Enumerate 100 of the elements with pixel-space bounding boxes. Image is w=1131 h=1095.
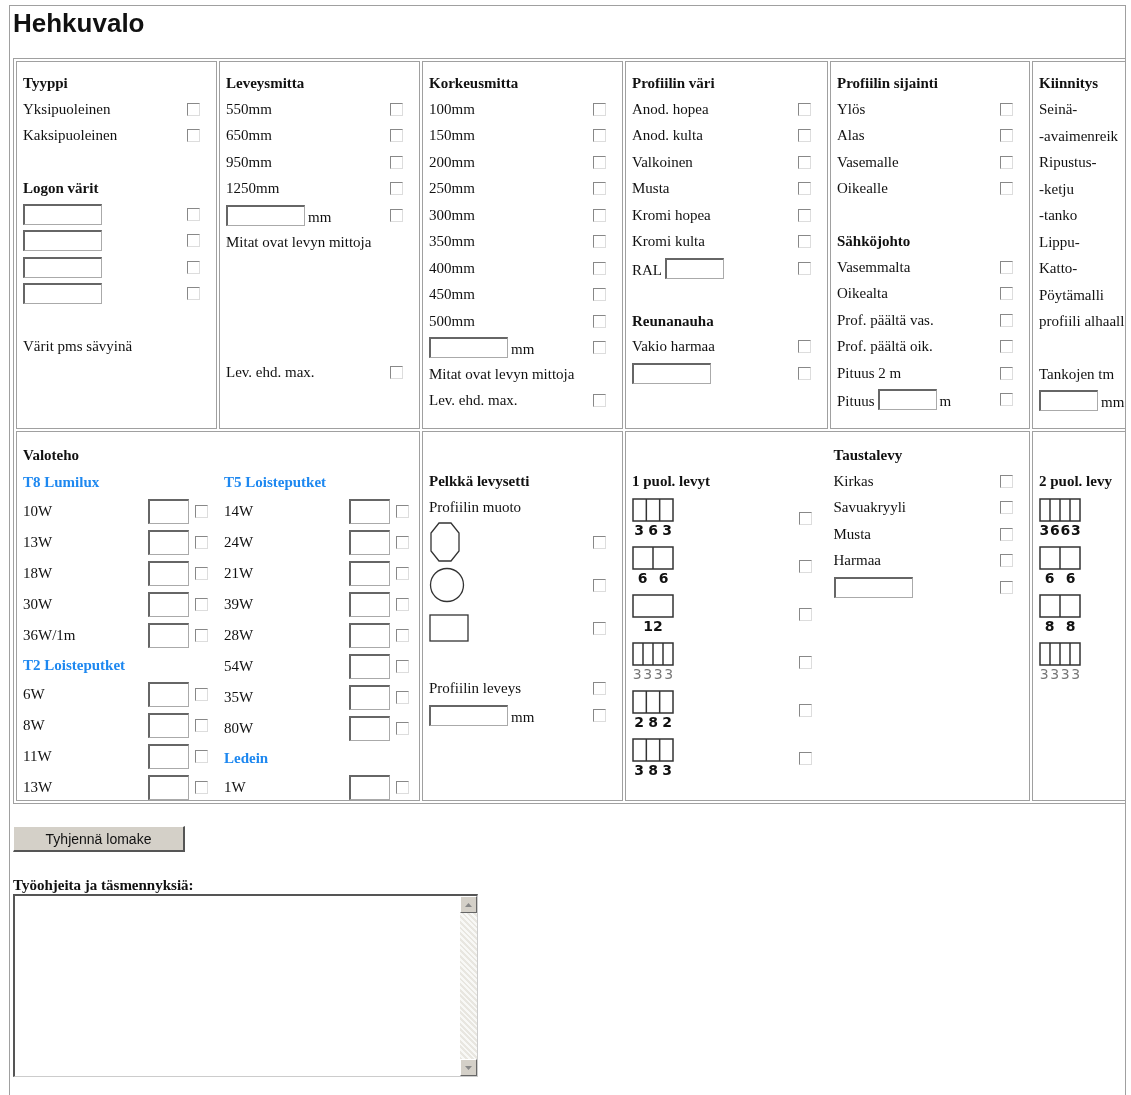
clear-form-button[interactable]: Tyhjennä lomake bbox=[13, 826, 185, 852]
text-field[interactable] bbox=[429, 337, 508, 359]
text-field[interactable] bbox=[148, 530, 189, 555]
checkbox[interactable] bbox=[593, 708, 606, 722]
checkbox[interactable] bbox=[1000, 129, 1013, 143]
text-field[interactable] bbox=[148, 592, 189, 617]
checkbox[interactable] bbox=[1000, 313, 1013, 327]
checkbox[interactable] bbox=[798, 155, 811, 169]
text-field[interactable] bbox=[349, 775, 390, 800]
text-field[interactable] bbox=[148, 744, 189, 769]
checkbox[interactable] bbox=[1000, 393, 1013, 407]
checkbox[interactable] bbox=[187, 207, 200, 221]
checkbox[interactable] bbox=[187, 234, 200, 248]
text-field[interactable] bbox=[148, 682, 189, 707]
checkbox[interactable] bbox=[798, 607, 812, 621]
checkbox[interactable] bbox=[593, 208, 606, 222]
checkbox[interactable] bbox=[798, 208, 811, 222]
text-field[interactable] bbox=[226, 204, 305, 226]
checkbox[interactable] bbox=[798, 751, 812, 765]
text-field[interactable] bbox=[23, 230, 102, 252]
checkbox[interactable] bbox=[798, 366, 811, 380]
checkbox[interactable] bbox=[593, 682, 606, 696]
checkbox[interactable] bbox=[390, 182, 403, 196]
checkbox[interactable] bbox=[798, 511, 812, 525]
text-field[interactable] bbox=[23, 256, 102, 278]
text-field[interactable] bbox=[349, 530, 390, 555]
text-field[interactable] bbox=[23, 203, 102, 225]
text-field[interactable] bbox=[349, 561, 390, 586]
checkbox[interactable] bbox=[593, 621, 606, 635]
scroll-up-icon[interactable] bbox=[465, 902, 472, 907]
checkbox[interactable] bbox=[390, 102, 403, 116]
checkbox[interactable] bbox=[1000, 554, 1013, 568]
checkbox[interactable] bbox=[593, 102, 606, 116]
checkbox[interactable] bbox=[396, 536, 409, 549]
text-field[interactable] bbox=[632, 362, 711, 384]
checkbox[interactable] bbox=[195, 688, 208, 701]
checkbox[interactable] bbox=[390, 208, 403, 222]
checkbox[interactable] bbox=[593, 341, 606, 355]
checkbox[interactable] bbox=[195, 781, 208, 794]
checkbox[interactable] bbox=[187, 260, 200, 274]
text-field[interactable] bbox=[349, 716, 390, 741]
checkbox[interactable] bbox=[593, 129, 606, 143]
checkbox[interactable] bbox=[1000, 260, 1013, 274]
text-field[interactable] bbox=[349, 685, 390, 710]
checkbox[interactable] bbox=[798, 703, 812, 717]
checkbox[interactable] bbox=[1000, 366, 1013, 380]
checkbox[interactable] bbox=[593, 314, 606, 328]
checkbox[interactable] bbox=[195, 719, 208, 732]
checkbox[interactable] bbox=[1000, 340, 1013, 354]
checkbox[interactable] bbox=[1000, 527, 1013, 541]
text-field[interactable] bbox=[148, 499, 189, 524]
checkbox[interactable] bbox=[1000, 182, 1013, 196]
text-field[interactable] bbox=[148, 623, 189, 648]
checkbox[interactable] bbox=[396, 598, 409, 611]
text-field[interactable] bbox=[148, 713, 189, 738]
checkbox[interactable] bbox=[1000, 501, 1013, 515]
checkbox[interactable] bbox=[798, 235, 811, 249]
text-field[interactable] bbox=[429, 704, 508, 726]
checkbox[interactable] bbox=[798, 340, 811, 354]
checkbox[interactable] bbox=[593, 578, 606, 592]
text-field[interactable] bbox=[1039, 389, 1098, 411]
checkbox[interactable] bbox=[593, 155, 606, 169]
checkbox[interactable] bbox=[390, 365, 403, 379]
checkbox[interactable] bbox=[1000, 474, 1013, 488]
checkbox[interactable] bbox=[798, 102, 811, 116]
checkbox[interactable] bbox=[593, 261, 606, 275]
checkbox[interactable] bbox=[798, 261, 811, 275]
checkbox[interactable] bbox=[1000, 287, 1013, 301]
text-field[interactable] bbox=[349, 623, 390, 648]
checkbox[interactable] bbox=[798, 559, 812, 573]
text-field[interactable] bbox=[877, 389, 937, 411]
checkbox[interactable] bbox=[195, 567, 208, 580]
scroll-down-icon[interactable] bbox=[465, 1065, 472, 1070]
checkbox[interactable] bbox=[187, 287, 200, 301]
text-field[interactable] bbox=[665, 257, 724, 279]
checkbox[interactable] bbox=[195, 505, 208, 518]
checkbox[interactable] bbox=[390, 129, 403, 143]
checkbox[interactable] bbox=[798, 182, 811, 196]
checkbox[interactable] bbox=[593, 288, 606, 302]
checkbox[interactable] bbox=[195, 598, 208, 611]
text-field[interactable] bbox=[148, 775, 189, 800]
checkbox[interactable] bbox=[396, 691, 409, 704]
checkbox[interactable] bbox=[187, 129, 200, 143]
checkbox[interactable] bbox=[390, 155, 403, 169]
text-field[interactable] bbox=[349, 499, 390, 524]
checkbox[interactable] bbox=[1000, 580, 1013, 594]
checkbox[interactable] bbox=[396, 567, 409, 580]
text-field[interactable] bbox=[23, 283, 102, 305]
notes-field[interactable] bbox=[13, 894, 478, 1077]
text-field[interactable] bbox=[148, 561, 189, 586]
checkbox[interactable] bbox=[396, 660, 409, 673]
checkbox[interactable] bbox=[1000, 102, 1013, 116]
checkbox[interactable] bbox=[396, 505, 409, 518]
checkbox[interactable] bbox=[798, 655, 812, 669]
checkbox[interactable] bbox=[195, 536, 208, 549]
checkbox[interactable] bbox=[593, 535, 606, 549]
checkbox[interactable] bbox=[593, 182, 606, 196]
checkbox[interactable] bbox=[195, 750, 208, 763]
checkbox[interactable] bbox=[1000, 155, 1013, 169]
checkbox[interactable] bbox=[593, 235, 606, 249]
